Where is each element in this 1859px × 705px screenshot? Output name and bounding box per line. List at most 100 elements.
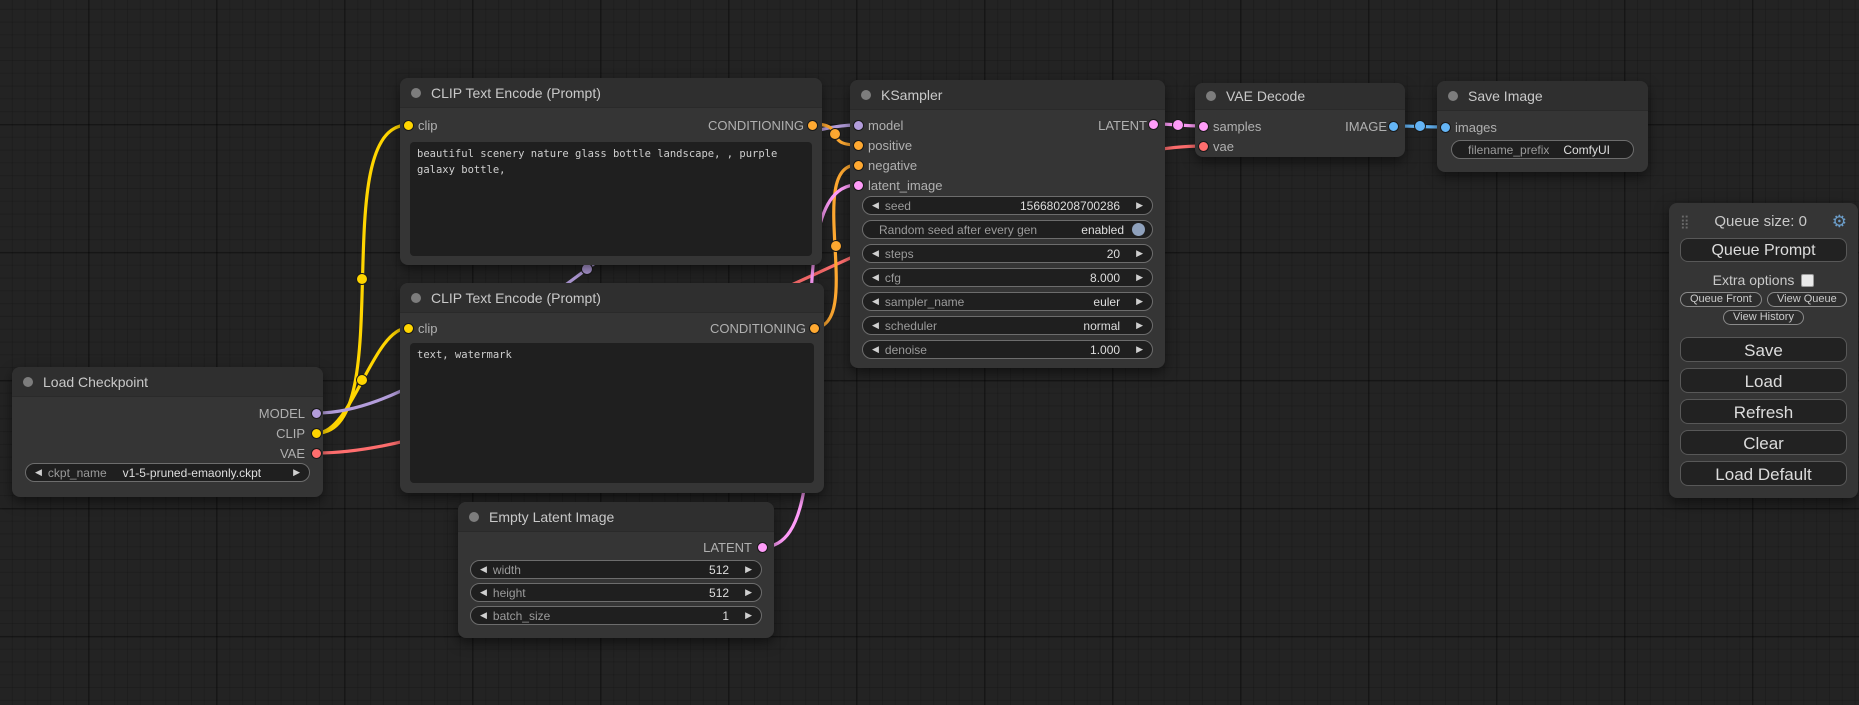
filename-prefix-widget[interactable]: filename_prefix ComfyUI bbox=[1451, 140, 1634, 159]
output-slot-conditioning[interactable] bbox=[807, 120, 818, 131]
input-slot-samples[interactable] bbox=[1198, 121, 1209, 132]
collapse-dot-icon[interactable] bbox=[1448, 91, 1458, 101]
scheduler-widget[interactable]: ◀ scheduler normal ▶ bbox=[862, 316, 1153, 335]
node-titlebar[interactable]: Save Image bbox=[1437, 81, 1648, 111]
decrement-arrow-icon[interactable]: ◀ bbox=[872, 321, 879, 330]
decrement-arrow-icon[interactable]: ◀ bbox=[872, 297, 879, 306]
collapse-dot-icon[interactable] bbox=[411, 88, 421, 98]
increment-arrow-icon[interactable]: ▶ bbox=[745, 588, 752, 597]
view-history-button[interactable]: View History bbox=[1723, 310, 1804, 325]
random-seed-widget[interactable]: Random seed after every gen enabled bbox=[862, 220, 1153, 239]
collapse-dot-icon[interactable] bbox=[23, 377, 33, 387]
queue-panel[interactable]: ⣿ Queue size: 0 ⚙ Queue Prompt Extra opt… bbox=[1669, 203, 1858, 498]
decrement-arrow-icon[interactable]: ◀ bbox=[480, 565, 487, 574]
widget-value[interactable]: 1.000 bbox=[1090, 343, 1120, 357]
link-midpoint-dot[interactable] bbox=[1415, 121, 1426, 132]
decrement-arrow-icon[interactable]: ◀ bbox=[872, 249, 879, 258]
increment-arrow-icon[interactable]: ▶ bbox=[745, 565, 752, 574]
input-slot-clip[interactable] bbox=[403, 120, 414, 131]
increment-arrow-icon[interactable]: ▶ bbox=[1136, 321, 1143, 330]
cfg-widget[interactable]: ◀ cfg 8.000 ▶ bbox=[862, 268, 1153, 287]
output-slot-clip[interactable] bbox=[311, 428, 322, 439]
increment-arrow-icon[interactable]: ▶ bbox=[293, 468, 300, 477]
widget-value[interactable]: v1-5-pruned-emaonly.ckpt bbox=[123, 466, 262, 480]
prompt-textarea[interactable]: text, watermark bbox=[410, 343, 814, 483]
input-slot-images[interactable] bbox=[1440, 122, 1451, 133]
node-empty-latent-image[interactable]: Empty Latent Image LATENT ◀ width 512 ▶ … bbox=[458, 502, 774, 638]
input-slot-model[interactable] bbox=[853, 120, 864, 131]
refresh-button[interactable]: Refresh bbox=[1680, 399, 1847, 424]
widget-value[interactable]: ComfyUI bbox=[1563, 143, 1610, 157]
node-ksampler[interactable]: KSampler model LATENT positive negative … bbox=[850, 80, 1165, 368]
decrement-arrow-icon[interactable]: ◀ bbox=[480, 611, 487, 620]
seed-widget[interactable]: ◀ seed 156680208700286 ▶ bbox=[862, 196, 1153, 215]
settings-gear-icon[interactable]: ⚙ bbox=[1832, 213, 1847, 230]
extra-options-checkbox[interactable] bbox=[1801, 274, 1814, 287]
load-button[interactable]: Load bbox=[1680, 368, 1847, 393]
widget-value[interactable]: enabled bbox=[1081, 223, 1124, 237]
decrement-arrow-icon[interactable]: ◀ bbox=[35, 468, 42, 477]
decrement-arrow-icon[interactable]: ◀ bbox=[872, 345, 879, 354]
steps-widget[interactable]: ◀ steps 20 ▶ bbox=[862, 244, 1153, 263]
link-midpoint-dot[interactable] bbox=[357, 274, 368, 285]
input-slot-vae[interactable] bbox=[1198, 141, 1209, 152]
node-titlebar[interactable]: Empty Latent Image bbox=[458, 502, 774, 532]
clear-button[interactable]: Clear bbox=[1680, 430, 1847, 455]
drag-handle-icon[interactable]: ⣿ bbox=[1680, 215, 1690, 228]
node-clip-text-encode-negative[interactable]: CLIP Text Encode (Prompt) clip CONDITION… bbox=[400, 283, 824, 493]
increment-arrow-icon[interactable]: ▶ bbox=[1136, 297, 1143, 306]
node-titlebar[interactable]: VAE Decode bbox=[1195, 83, 1405, 110]
input-slot-clip[interactable] bbox=[403, 323, 414, 334]
prompt-textarea[interactable]: beautiful scenery nature glass bottle la… bbox=[410, 142, 812, 256]
link-midpoint-dot[interactable] bbox=[831, 241, 842, 252]
save-button[interactable]: Save bbox=[1680, 337, 1847, 362]
link-midpoint-dot[interactable] bbox=[830, 129, 841, 140]
widget-value[interactable]: 512 bbox=[709, 586, 729, 600]
increment-arrow-icon[interactable]: ▶ bbox=[745, 611, 752, 620]
decrement-arrow-icon[interactable]: ◀ bbox=[872, 273, 879, 282]
widget-value[interactable]: 8.000 bbox=[1090, 271, 1120, 285]
increment-arrow-icon[interactable]: ▶ bbox=[1136, 249, 1143, 258]
output-slot-image[interactable] bbox=[1388, 121, 1399, 132]
input-slot-negative[interactable] bbox=[853, 160, 864, 171]
node-load-checkpoint[interactable]: Load Checkpoint MODEL CLIP VAE ◀ ckpt_na… bbox=[12, 367, 323, 497]
link-midpoint-dot[interactable] bbox=[357, 375, 368, 386]
widget-value[interactable]: 156680208700286 bbox=[1020, 199, 1120, 213]
increment-arrow-icon[interactable]: ▶ bbox=[1136, 273, 1143, 282]
node-save-image[interactable]: Save Image images filename_prefix ComfyU… bbox=[1437, 81, 1648, 172]
node-titlebar[interactable]: CLIP Text Encode (Prompt) bbox=[400, 78, 822, 108]
widget-value[interactable]: 1 bbox=[722, 609, 729, 623]
denoise-widget[interactable]: ◀ denoise 1.000 ▶ bbox=[862, 340, 1153, 359]
widget-value[interactable]: 20 bbox=[1107, 247, 1120, 261]
node-clip-text-encode-positive[interactable]: CLIP Text Encode (Prompt) clip CONDITION… bbox=[400, 78, 822, 265]
node-vae-decode[interactable]: VAE Decode samples IMAGE vae bbox=[1195, 83, 1405, 157]
queue-front-button[interactable]: Queue Front bbox=[1680, 292, 1762, 307]
comfyui-canvas[interactable]: { "colors": { "model": "#b39ddb", "clip"… bbox=[0, 0, 1859, 705]
input-slot-latent-image[interactable] bbox=[853, 180, 864, 191]
node-titlebar[interactable]: Load Checkpoint bbox=[12, 367, 323, 397]
toggle-dot[interactable] bbox=[1132, 223, 1145, 236]
widget-value[interactable]: euler bbox=[1093, 295, 1120, 309]
collapse-dot-icon[interactable] bbox=[861, 90, 871, 100]
collapse-dot-icon[interactable] bbox=[1206, 91, 1216, 101]
link-midpoint-dot[interactable] bbox=[582, 264, 593, 275]
node-titlebar[interactable]: CLIP Text Encode (Prompt) bbox=[400, 283, 824, 313]
widget-value[interactable]: 512 bbox=[709, 563, 729, 577]
increment-arrow-icon[interactable]: ▶ bbox=[1136, 201, 1143, 210]
height-widget[interactable]: ◀ height 512 ▶ bbox=[470, 583, 762, 602]
link-midpoint-dot[interactable] bbox=[1173, 120, 1184, 131]
load-default-button[interactable]: Load Default bbox=[1680, 461, 1847, 486]
output-slot-conditioning[interactable] bbox=[809, 323, 820, 334]
queue-prompt-button[interactable]: Queue Prompt bbox=[1680, 238, 1847, 262]
node-titlebar[interactable]: KSampler bbox=[850, 80, 1165, 110]
decrement-arrow-icon[interactable]: ◀ bbox=[872, 201, 879, 210]
output-slot-latent[interactable] bbox=[1148, 119, 1159, 130]
output-slot-latent[interactable] bbox=[757, 542, 768, 553]
ckpt-name-widget[interactable]: ◀ ckpt_name v1-5-pruned-emaonly.ckpt ▶ bbox=[25, 463, 310, 482]
collapse-dot-icon[interactable] bbox=[411, 293, 421, 303]
sampler-name-widget[interactable]: ◀ sampler_name euler ▶ bbox=[862, 292, 1153, 311]
batch-size-widget[interactable]: ◀ batch_size 1 ▶ bbox=[470, 606, 762, 625]
widget-value[interactable]: normal bbox=[1083, 319, 1120, 333]
width-widget[interactable]: ◀ width 512 ▶ bbox=[470, 560, 762, 579]
output-slot-model[interactable] bbox=[311, 408, 322, 419]
